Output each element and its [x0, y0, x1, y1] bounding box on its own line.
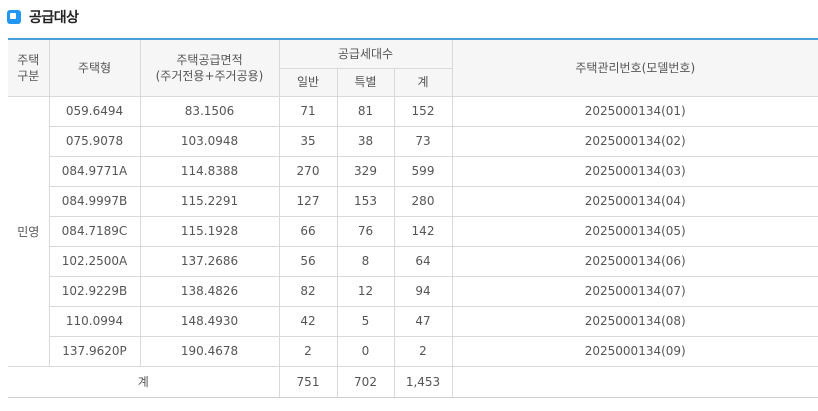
housing-type-cell: 059.6494: [48, 95, 141, 127]
housing-type-cell: 075.9078: [49, 125, 141, 157]
supply-area-cell: 138.4826: [139, 275, 280, 307]
mgmt-number-cell: 2025000134(06): [451, 245, 818, 277]
header-row-1: 주택 구분 주택형 주택공급면적 (주거전용+주거공용) 공급세대수 주택관리번…: [8, 38, 818, 97]
mgmt-number-cell: 2025000134(02): [451, 125, 818, 157]
table-row: 084.7189C 115.1928 66 76 142 2025000134(…: [8, 215, 818, 247]
general-cell: 42: [278, 305, 338, 337]
supply-area-cell: 115.1928: [139, 215, 280, 247]
total-cell: 152: [393, 95, 453, 127]
header-category-line1: 주택: [17, 52, 40, 67]
table-row: 110.0994 148.4930 42 5 47 2025000134(08): [8, 305, 818, 337]
total-cell: 280: [393, 185, 453, 217]
supply-area-cell: 115.2291: [139, 185, 280, 217]
totals-general: 751: [278, 365, 338, 398]
supply-area-cell: 114.8388: [139, 155, 280, 187]
special-cell: 8: [336, 245, 395, 277]
general-cell: 270: [278, 155, 338, 187]
total-cell: 2: [393, 335, 453, 367]
total-cell: 47: [393, 305, 453, 337]
housing-type-cell: 137.9620P: [49, 335, 141, 367]
special-cell: 76: [336, 215, 395, 247]
housing-type-cell: 084.9997B: [49, 185, 141, 217]
total-cell: 64: [393, 245, 453, 277]
supply-area-cell: 103.0948: [139, 125, 280, 157]
totals-row: 계 751 702 1,453: [8, 365, 818, 398]
supply-area-cell: 137.2686: [139, 245, 280, 277]
special-cell: 38: [336, 125, 395, 157]
totals-special: 702: [336, 365, 395, 398]
special-cell: 12: [336, 275, 395, 307]
mgmt-number-cell: 2025000134(08): [451, 305, 818, 337]
table-row: 민영 059.6494 83.1506 71 81 152 2025000134…: [8, 95, 818, 367]
section-title: 공급대상: [29, 10, 79, 26]
mgmt-number-cell: 2025000134(01): [451, 95, 818, 127]
housing-type-cell: 084.7189C: [49, 215, 141, 247]
general-cell: 35: [278, 125, 338, 157]
special-cell: 81: [336, 95, 395, 127]
square-bullet-icon: [7, 10, 21, 24]
header-category: 주택 구분: [8, 38, 50, 97]
header-area-line1: 주택공급면적: [176, 52, 243, 67]
header-category-line2: 구분: [17, 68, 40, 83]
table-row: 137.9620P 190.4678 2 0 2 2025000134(09): [8, 335, 818, 367]
special-cell: 153: [336, 185, 395, 217]
header-supply-area: 주택공급면적 (주거전용+주거공용): [139, 38, 280, 97]
mgmt-number-cell: 2025000134(09): [451, 335, 818, 367]
supply-area-cell: 83.1506: [139, 95, 280, 127]
table-row: 102.2500A 137.2686 56 8 64 2025000134(06…: [8, 245, 818, 277]
mgmt-number-cell: 2025000134(03): [451, 155, 818, 187]
special-cell: 5: [336, 305, 395, 337]
table-row: 084.9771A 114.8388 270 329 599 202500013…: [8, 155, 818, 187]
general-cell: 71: [278, 95, 338, 127]
housing-type-cell: 084.9771A: [49, 155, 141, 187]
header-mgmt-number: 주택관리번호(모델번호): [451, 38, 818, 97]
totals-total: 1,453: [393, 365, 453, 398]
header-households: 공급세대수: [278, 38, 453, 69]
total-cell: 599: [393, 155, 453, 187]
header-total: 계: [393, 67, 452, 97]
mgmt-number-cell: 2025000134(05): [451, 215, 818, 247]
header-general: 일반: [279, 67, 338, 97]
section-heading: 공급대상: [7, 7, 79, 27]
category-cell: 민영: [8, 95, 50, 367]
supply-area-cell: 190.4678: [139, 335, 280, 367]
mgmt-number-cell: 2025000134(04): [451, 185, 818, 217]
general-cell: 82: [278, 275, 338, 307]
totals-label: 계: [8, 365, 280, 398]
supply-table: 주택 구분 주택형 주택공급면적 (주거전용+주거공용) 공급세대수 주택관리번…: [8, 38, 818, 398]
general-cell: 127: [278, 185, 338, 217]
mgmt-number-cell: 2025000134(07): [451, 275, 818, 307]
table-row: 102.9229B 138.4826 82 12 94 2025000134(0…: [8, 275, 818, 307]
housing-type-cell: 110.0994: [49, 305, 141, 337]
general-cell: 56: [278, 245, 338, 277]
housing-type-cell: 102.2500A: [49, 245, 141, 277]
header-housing-type: 주택형: [48, 38, 141, 97]
total-cell: 73: [393, 125, 453, 157]
header-special: 특별: [336, 67, 395, 97]
header-area-line2: (주거전용+주거공용): [155, 68, 264, 83]
general-cell: 2: [278, 335, 338, 367]
special-cell: 0: [336, 335, 395, 367]
supply-area-cell: 148.4930: [139, 305, 280, 337]
totals-empty-cell: [451, 365, 818, 398]
special-cell: 329: [336, 155, 395, 187]
total-cell: 142: [393, 215, 453, 247]
table-row: 075.9078 103.0948 35 38 73 2025000134(02…: [8, 125, 818, 157]
general-cell: 66: [278, 215, 338, 247]
total-cell: 94: [393, 275, 453, 307]
housing-type-cell: 102.9229B: [49, 275, 141, 307]
table-row: 084.9997B 115.2291 127 153 280 202500013…: [8, 185, 818, 217]
